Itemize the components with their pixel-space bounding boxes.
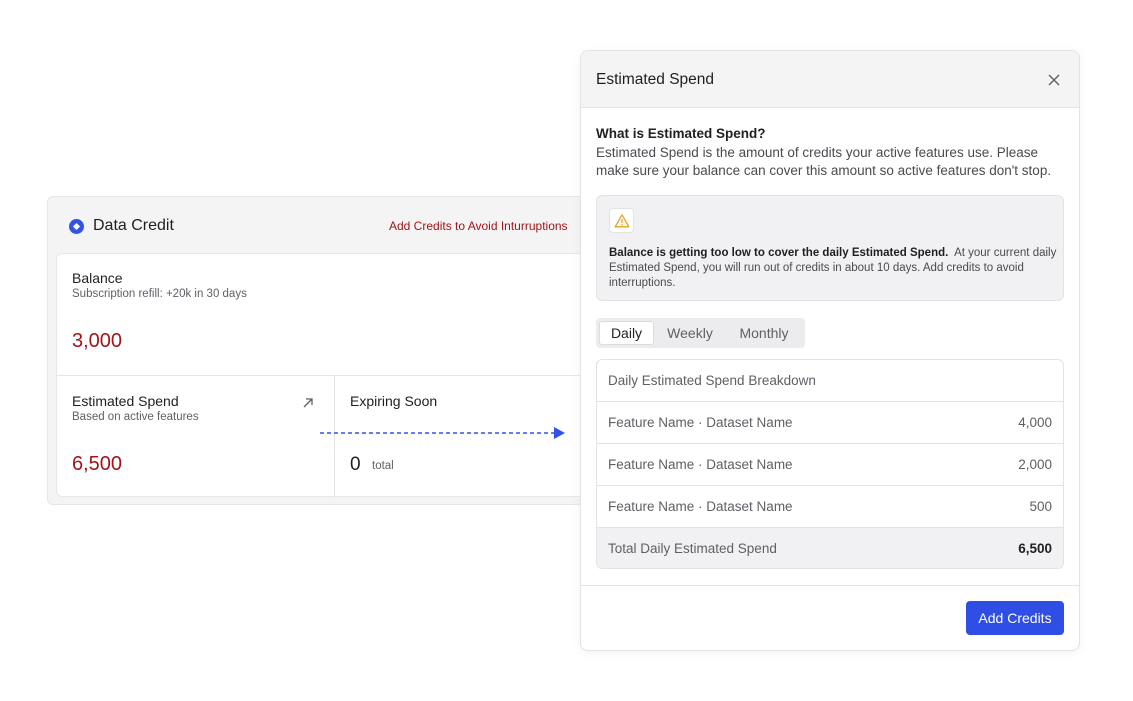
modal-title: Estimated Spend — [596, 71, 715, 88]
tab-monthly[interactable]: Monthly — [726, 321, 802, 345]
period-tabs: Daily Weekly Monthly — [596, 318, 805, 348]
close-icon[interactable] — [1045, 71, 1063, 89]
add-credits-button[interactable]: Add Credits — [966, 601, 1064, 635]
low-balance-warning: Balance is getting too low to cover the … — [596, 195, 1064, 301]
total-row: Total Daily Estimated Spend 6,500 — [597, 528, 1063, 568]
footer-divider — [581, 585, 1079, 586]
feature-spend-value: 2,000 — [1018, 457, 1052, 472]
card-body: Balance Subscription refill: +20k in 30 … — [56, 253, 656, 498]
feature-spend-value: 4,000 — [1018, 415, 1052, 430]
expiring-soon-value: 0 — [350, 454, 361, 475]
balance-label: Balance — [72, 270, 123, 286]
breakdown-header: Daily Estimated Spend Breakdown — [608, 373, 816, 388]
feature-dataset-name: Feature Name · Dataset Name — [608, 499, 793, 514]
total-label: Total Daily Estimated Spend — [608, 541, 777, 556]
warning-text: Balance is getting too low to cover the … — [609, 246, 1059, 291]
balance-subtitle: Subscription refill: +20k in 30 days — [72, 288, 247, 300]
add-credits-alert-link[interactable]: Add Credits to Avoid Inturruptions — [389, 219, 568, 233]
estimated-spend-value: 6,500 — [72, 453, 123, 475]
card-title: Data Credit — [93, 217, 174, 234]
feature-dataset-name: Feature Name · Dataset Name — [608, 457, 793, 472]
breakdown-header-row: Daily Estimated Spend Breakdown — [597, 360, 1063, 402]
table-row: Feature Name · Dataset Name 500 — [597, 486, 1063, 528]
warning-icon-container — [609, 208, 634, 233]
card-header: Data Credit Add Credits to Avoid Inturru… — [48, 197, 606, 253]
divider — [57, 375, 655, 376]
question-description: Estimated Spend is the amount of credits… — [596, 145, 1052, 178]
spend-breakdown-table: Daily Estimated Spend Breakdown Feature … — [596, 359, 1064, 569]
dashed-arrow-icon — [320, 427, 565, 439]
estimated-spend-label: Estimated Spend — [72, 393, 179, 409]
warning-strong-text: Balance is getting too low to cover the … — [609, 247, 949, 259]
expiring-soon-unit: total — [372, 460, 394, 472]
table-row: Feature Name · Dataset Name 2,000 — [597, 444, 1063, 486]
external-arrow-icon[interactable] — [301, 396, 315, 410]
balance-value: 3,000 — [72, 330, 123, 352]
modal-header: Estimated Spend — [581, 51, 1079, 108]
feature-spend-value: 500 — [1029, 499, 1052, 514]
data-credit-card: Data Credit Add Credits to Avoid Inturru… — [47, 196, 656, 505]
total-value: 6,500 — [1018, 541, 1052, 556]
table-row: Feature Name · Dataset Name 4,000 — [597, 402, 1063, 444]
expiring-soon-label: Expiring Soon — [350, 393, 438, 409]
feature-dataset-name: Feature Name · Dataset Name — [608, 415, 793, 430]
tab-daily[interactable]: Daily — [599, 321, 654, 345]
estimated-spend-subtitle: Based on active features — [72, 411, 199, 423]
data-credit-icon — [69, 219, 84, 234]
estimated-spend-modal: Estimated Spend What is Estimated Spend?… — [580, 50, 1080, 651]
warning-icon — [614, 214, 630, 228]
question-heading: What is Estimated Spend? — [596, 126, 766, 141]
tab-weekly[interactable]: Weekly — [656, 321, 724, 345]
